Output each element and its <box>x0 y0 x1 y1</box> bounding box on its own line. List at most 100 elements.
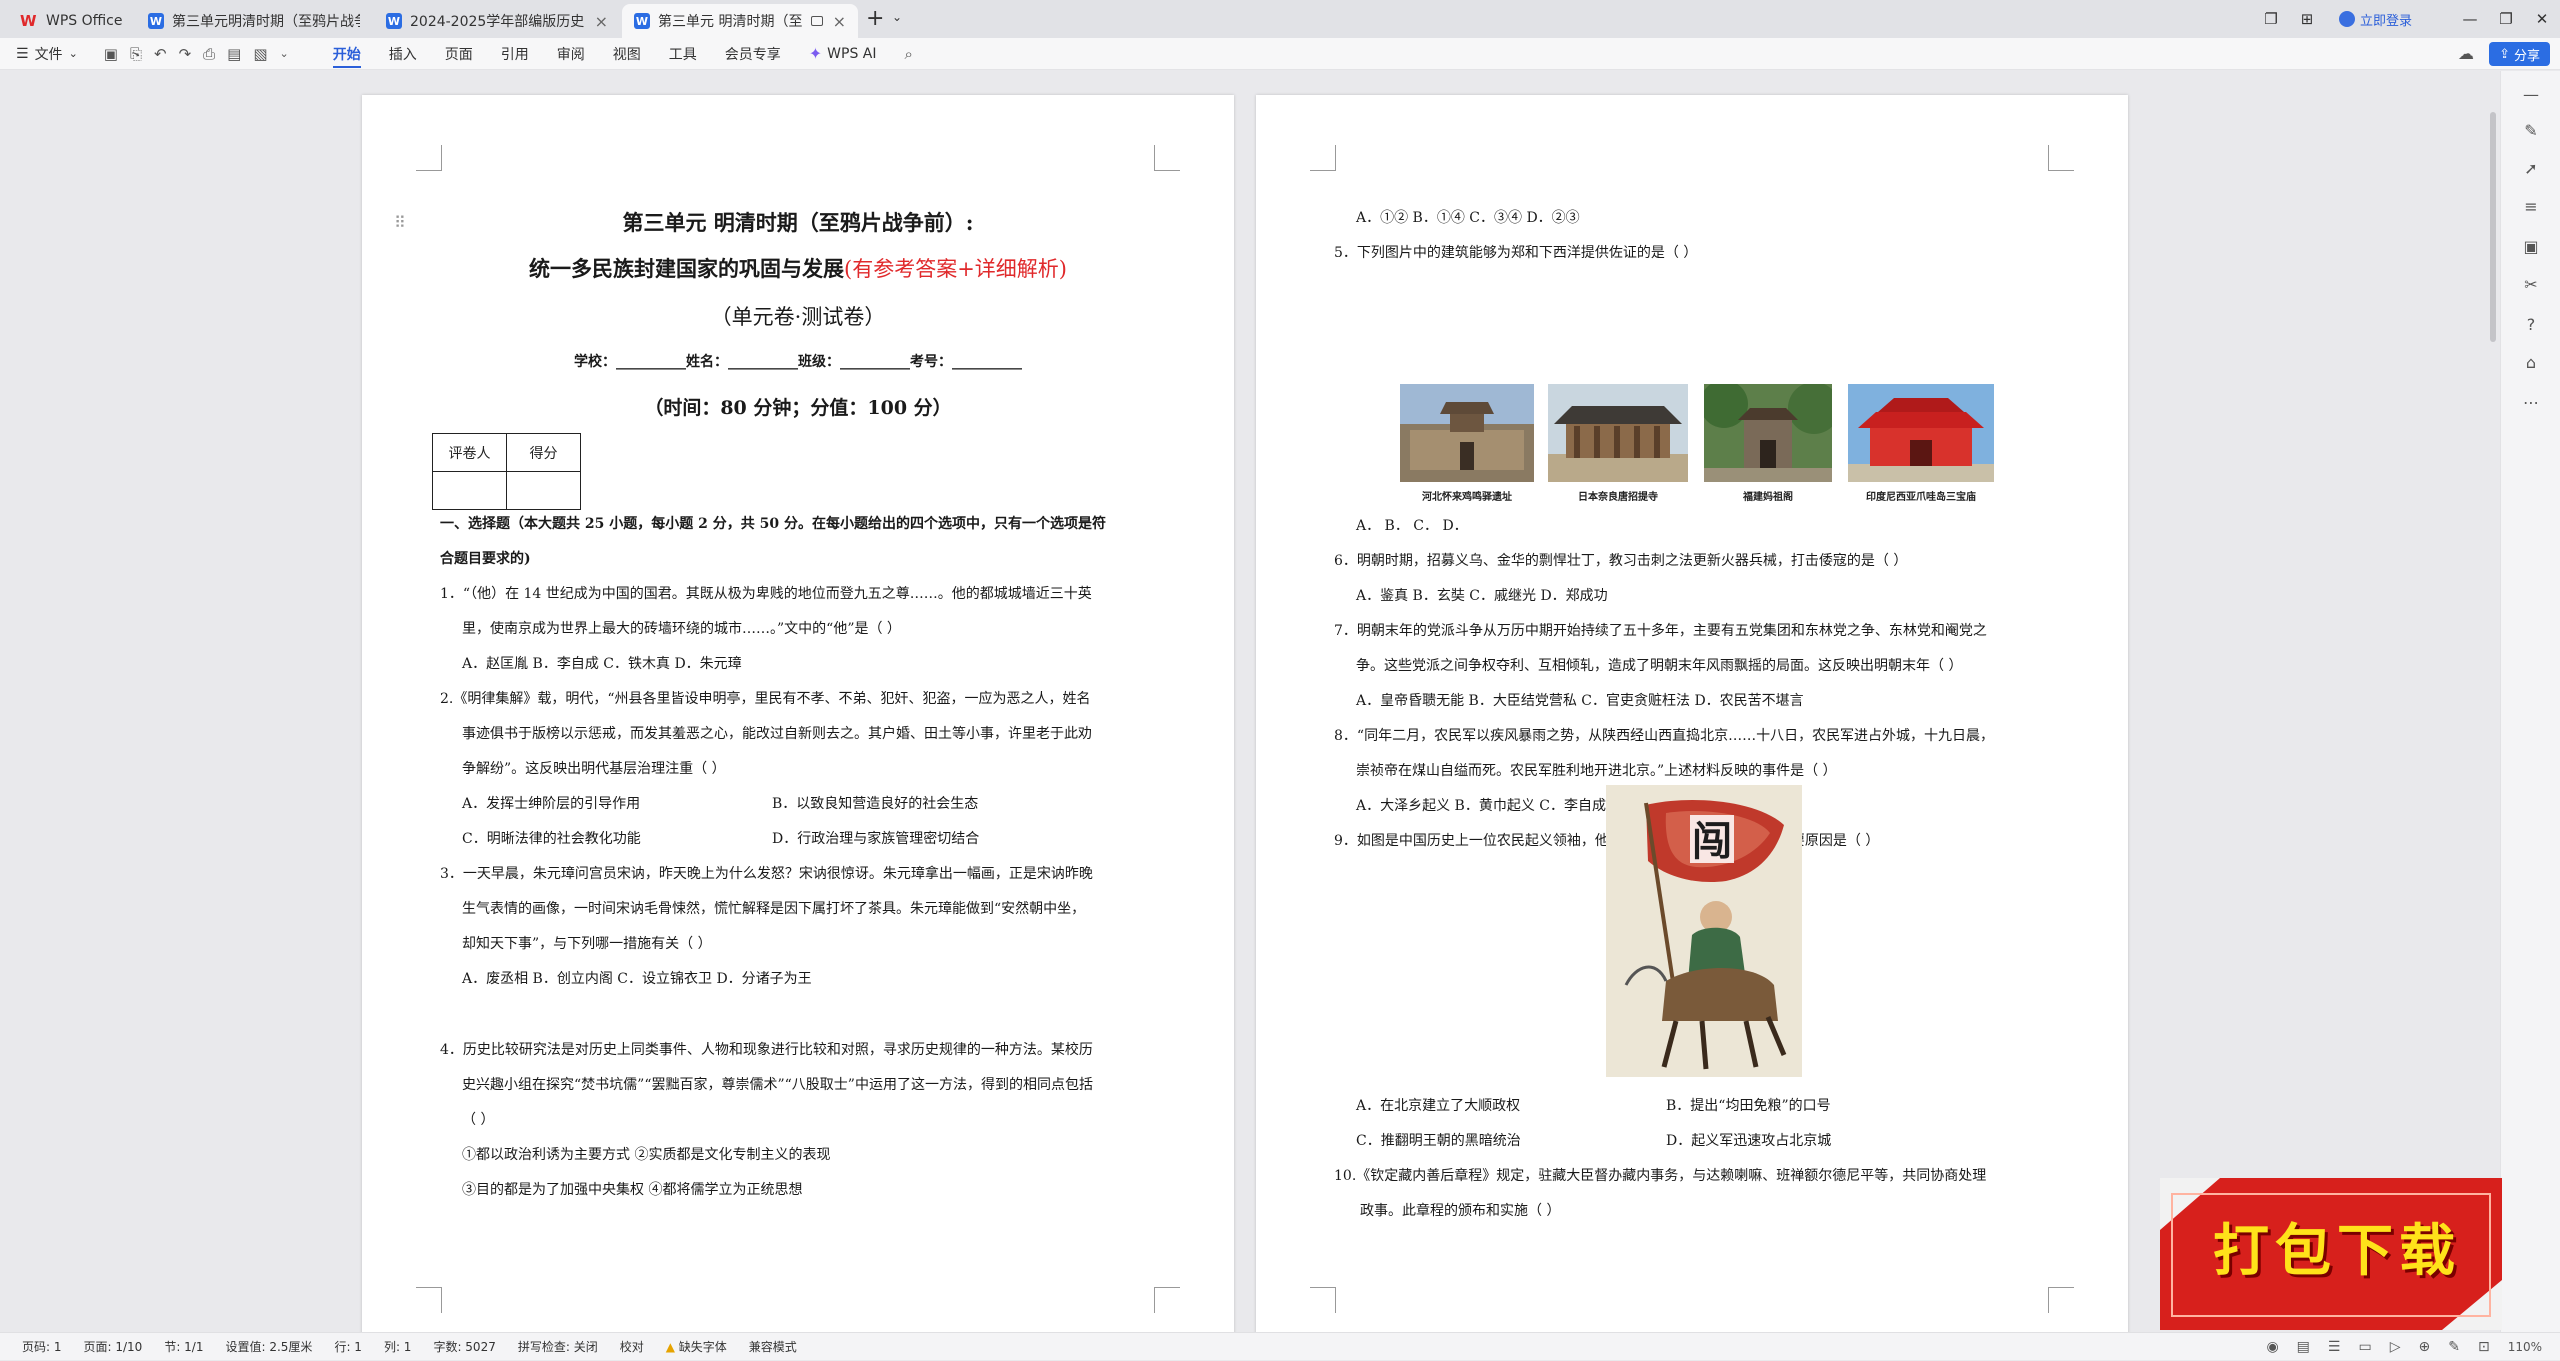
close-window-icon[interactable]: ✕ <box>2524 1 2560 37</box>
question-line: 争解纷”。这反映出明代基层治理注重（ ） <box>462 761 726 777</box>
question-line: 7．明朝末年的党派斗争从万历中期开始持续了五十多年，主要有五党集团和东林党之争、… <box>1334 623 1987 639</box>
restore-icon[interactable]: ❐ <box>2488 1 2524 37</box>
eye-icon[interactable]: ◉ <box>2266 1339 2278 1355</box>
question-line: 史兴趣小组在探究“焚书坑儒”“罢黜百家，尊崇儒术”“八股取士”中运用了这一方法，… <box>462 1077 1093 1093</box>
question-line: 里，使南京成为世界上最大的砖墙环绕的城市……。”文中的“他”是（ ） <box>462 621 901 637</box>
menu-page[interactable]: 页面 <box>445 38 473 70</box>
peasant-leader-painting: 闯 <box>1606 785 1802 1077</box>
document-page-1[interactable]: ⠿ 第三单元 明清时期（至鸦片战争前）: 统一多民族封建国家的巩固与发展(有参考… <box>362 95 1234 1332</box>
monitor-icon[interactable] <box>811 16 823 26</box>
download-banner-label[interactable]: 打包下载 <box>2192 1206 2482 1287</box>
menu-label: 工具 <box>668 46 697 63</box>
format-painter-icon[interactable]: ▧ <box>253 45 267 63</box>
margin-corner-mark <box>1154 145 1180 171</box>
margin-corner-mark <box>416 1287 442 1313</box>
question-line: 争。这些党派之间争权夺利、互相倾轧，造成了明朝末年风雨飘摇的局面。这反映出明朝末… <box>1356 658 1963 674</box>
window-controls: ❐ ⊞ 立即登录 — ❐ ✕ <box>2253 0 2560 38</box>
more-icon[interactable]: ⋯ <box>2521 393 2541 413</box>
tab-document-3-active[interactable]: W 第三单元 明清时期（至鸦片战 × <box>622 4 858 38</box>
menu-label: 开始 <box>332 46 361 63</box>
photo-caption: 河北怀来鸡鸣驿遗址 <box>1422 492 1512 503</box>
search-icon[interactable]: ⌕ <box>904 45 912 63</box>
help-icon[interactable]: ? <box>2521 315 2541 335</box>
tab-document-1[interactable]: W 第三单元明清时期（至鸦片战争前） <box>136 4 372 38</box>
right-sidebar: — ✎ ➚ ≡ ▣ ✂ ? ⌂ ⋯ <box>2500 71 2560 1332</box>
status-proofread[interactable]: 校对 <box>620 1338 644 1355</box>
select-cursor-icon[interactable]: ➚ <box>2521 159 2541 179</box>
page-view-icon[interactable]: ▤ <box>2297 1339 2310 1355</box>
file-menu-label: 文件 <box>34 46 63 63</box>
edit-pen-icon[interactable]: ✎ <box>2521 121 2541 141</box>
menu-insert[interactable]: 插入 <box>389 38 417 70</box>
pen-icon[interactable]: ✎ <box>2448 1339 2460 1355</box>
document-page-2[interactable]: A．①② B．①④ C．③④ D．②③ 5．下列图片中的建筑能够为郑和下西洋提供… <box>1256 95 2128 1332</box>
answer-options: ③目的都是为了加强中央集权 ④都将儒学立为正统思想 <box>462 1182 803 1198</box>
menu-review[interactable]: 审阅 <box>557 38 585 70</box>
print-preview-icon[interactable]: ▤ <box>227 45 241 63</box>
chevron-down-icon[interactable]: ⌄ <box>892 10 902 24</box>
status-column[interactable]: 列: 1 <box>384 1338 412 1355</box>
margin-corner-mark <box>2048 1287 2074 1313</box>
tab-bar: W WPS Office W 第三单元明清时期（至鸦片战争前） W 2024-2… <box>0 0 2560 38</box>
menu-view[interactable]: 视图 <box>613 38 641 70</box>
collapse-icon[interactable]: — <box>2521 85 2541 105</box>
status-section[interactable]: 节: 1/1 <box>164 1338 203 1355</box>
image-icon[interactable]: ▣ <box>2521 237 2541 257</box>
save-icon[interactable]: ▣ <box>104 45 118 63</box>
table-cell[interactable] <box>432 471 507 510</box>
menu-reference[interactable]: 引用 <box>501 38 529 70</box>
student-info-line: 学校：__________姓名：__________班级：__________考… <box>574 354 1022 370</box>
chevron-down-icon[interactable]: ⌄ <box>280 47 289 60</box>
answer-option: A．在北京建立了大顺政权 <box>1356 1098 1521 1114</box>
menu-tools[interactable]: 工具 <box>669 38 697 70</box>
web-view-icon[interactable]: ▭ <box>2358 1339 2371 1355</box>
section-heading: 一、选择题（本大题共 25 小题，每小题 2 分，共 50 分。在每小题给出的四… <box>440 516 1106 532</box>
window-layout-icon[interactable]: ❐ <box>2253 1 2289 37</box>
tab-wps-home[interactable]: W WPS Office <box>8 4 136 38</box>
tools-icon[interactable]: ✂ <box>2521 275 2541 295</box>
export-icon[interactable]: ⎘ <box>130 45 142 63</box>
bookmark-icon[interactable]: ⌂ <box>2521 353 2541 373</box>
question-line: 10.《钦定藏内善后章程》规定，驻藏大臣督办藏内事务，与达赖喇嘛、班禅额尔德尼平… <box>1334 1168 1987 1184</box>
file-menu[interactable]: ☰ 文件 ⌄ <box>16 44 78 64</box>
status-pages[interactable]: 页面: 1/10 <box>84 1338 143 1355</box>
print-icon[interactable]: ⎙ <box>203 45 215 63</box>
status-page-number[interactable]: 页码: 1 <box>22 1338 62 1355</box>
status-setting[interactable]: 设置值: 2.5厘米 <box>225 1338 312 1355</box>
document-canvas[interactable]: ⠿ 第三单元 明清时期（至鸦片战争前）: 统一多民族封建国家的巩固与发展(有参考… <box>0 71 2500 1332</box>
share-button[interactable]: ⇪ 分享 <box>2489 42 2550 66</box>
menu-label: 页面 <box>444 46 473 63</box>
fit-width-icon[interactable]: ⊡ <box>2478 1339 2490 1355</box>
question-line: 生气表情的画像，一时间宋讷毛骨悚然，慌忙解释是因下属打坏了茶具。朱元璋能做到“安… <box>462 901 1086 917</box>
login-button[interactable]: 立即登录 <box>2338 10 2412 29</box>
undo-icon[interactable]: ↶ <box>154 45 167 63</box>
properties-icon[interactable]: ≡ <box>2521 197 2541 217</box>
answer-option: B．以致良知营造良好的社会生态 <box>772 796 979 812</box>
status-missing-font[interactable]: ▲ 缺失字体 <box>666 1338 727 1355</box>
globe-icon[interactable]: ⊕ <box>2418 1339 2430 1355</box>
table-header-cell: 得分 <box>506 433 581 472</box>
close-icon[interactable]: × <box>595 12 608 31</box>
outline-view-icon[interactable]: ☰ <box>2328 1339 2341 1355</box>
banner-character: 闯 <box>1692 818 1732 865</box>
cloud-sync-icon[interactable]: ☁ <box>2458 44 2474 63</box>
table-cell[interactable] <box>506 471 581 510</box>
play-icon[interactable]: ▷ <box>2390 1339 2401 1355</box>
status-row[interactable]: 行: 1 <box>334 1338 362 1355</box>
minimize-icon[interactable]: — <box>2452 1 2488 37</box>
vertical-scrollbar[interactable] <box>2490 112 2496 342</box>
status-word-count[interactable]: 字数: 5027 <box>433 1338 495 1355</box>
menu-home[interactable]: 开始 <box>332 38 361 70</box>
close-icon[interactable]: × <box>833 12 846 31</box>
redo-icon[interactable]: ↷ <box>179 45 192 63</box>
photo-mazu-temple <box>1704 384 1832 482</box>
grid-icon[interactable]: ⊞ <box>2289 1 2325 37</box>
menu-member[interactable]: 会员专享 <box>725 38 781 70</box>
status-spellcheck[interactable]: 拼写检查: 关闭 <box>518 1338 598 1355</box>
zoom-level[interactable]: 110% <box>2508 1340 2542 1354</box>
menu-label: 插入 <box>388 46 417 63</box>
wps-ai-button[interactable]: ✦ WPS AI <box>809 44 877 63</box>
tab-document-2[interactable]: W 2024-2025学年部编版历史七年级 × <box>374 4 620 38</box>
new-tab-button[interactable]: + <box>866 6 884 31</box>
wps-logo-icon: W <box>20 12 37 30</box>
